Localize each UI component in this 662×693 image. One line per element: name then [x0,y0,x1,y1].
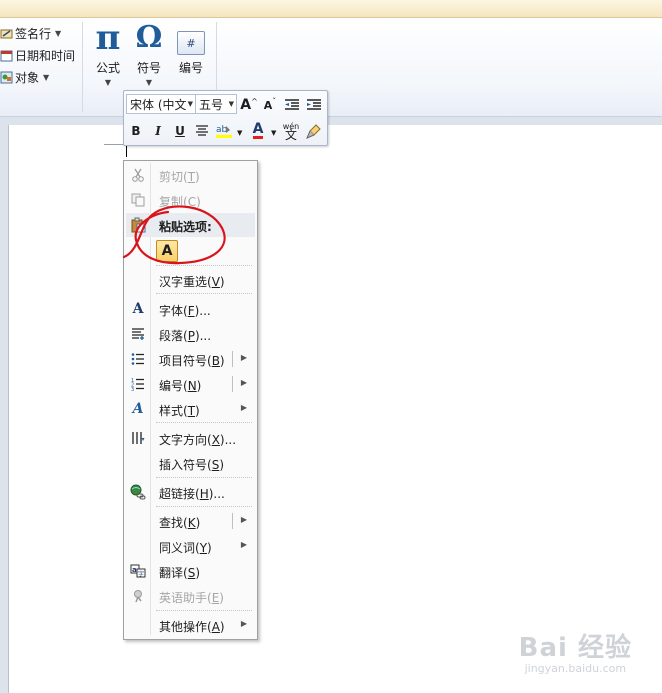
baidu-watermark: Bai 经验 jingyan.baidu.com [519,627,632,675]
watermark-brand: Bai 经验 [518,633,632,663]
watermark-url: jingyan.baidu.com [524,662,627,675]
annotation-stroke [122,205,226,265]
red-annotation-circle [122,205,226,265]
